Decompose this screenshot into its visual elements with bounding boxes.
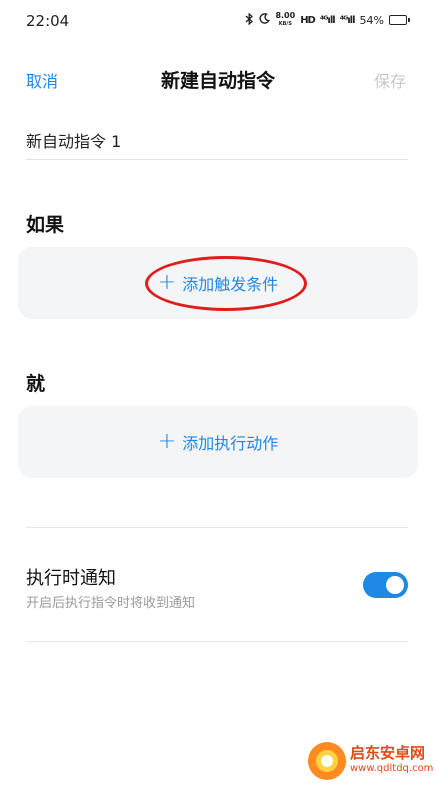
- signal-icon-2: ⁴ᴳıll: [339, 14, 356, 26]
- toggle-knob: [386, 576, 404, 594]
- status-time: 22:04: [26, 12, 70, 30]
- divider: [26, 527, 408, 528]
- bluetooth-icon: [245, 12, 254, 28]
- notify-subtitle: 开启后执行指令时将收到通知: [26, 596, 196, 611]
- watermark-name: 启东安卓网: [350, 744, 426, 762]
- watermark: 启东安卓网 www.qdltdq.com: [308, 742, 433, 780]
- divider: [26, 641, 408, 642]
- network-speed: 8.00 KB/S: [275, 11, 296, 28]
- hd-label: HD: [300, 14, 316, 26]
- notify-title: 执行时通知: [26, 568, 116, 589]
- save-button[interactable]: 保存: [374, 68, 406, 92]
- moon-icon: [259, 13, 271, 27]
- then-section-label: 就: [26, 373, 46, 395]
- status-icons: 8.00 KB/S HD ⁴ᴳıll ⁴ᴳıll 54%: [245, 12, 410, 28]
- plus-icon: +: [157, 270, 177, 295]
- status-bar: 22:04 8.00 KB/S HD ⁴ᴳıll ⁴ᴳıll 54%: [0, 0, 436, 44]
- battery-percent: 54%: [359, 13, 384, 27]
- battery-icon: [389, 15, 410, 25]
- add-action-button[interactable]: + 添加执行动作: [158, 430, 278, 454]
- add-trigger-label: 添加触发条件: [182, 275, 279, 294]
- action-card: + 添加执行动作: [18, 406, 418, 478]
- page-title: 新建自动指令: [160, 70, 275, 92]
- if-section-label: 如果: [26, 214, 65, 236]
- shortcut-name-input[interactable]: 新自动指令 1: [26, 128, 408, 160]
- plus-icon: +: [157, 429, 177, 454]
- notify-toggle[interactable]: [363, 572, 408, 598]
- nav-bar: 取消 新建自动指令 保存: [0, 56, 436, 100]
- trigger-card: + 添加触发条件: [18, 247, 418, 319]
- watermark-url: www.qdltdq.com: [350, 763, 434, 774]
- signal-icon-1: ⁴ᴳıll: [319, 14, 336, 26]
- add-trigger-button[interactable]: + 添加触发条件: [158, 271, 278, 295]
- add-action-label: 添加执行动作: [182, 434, 279, 453]
- watermark-logo-icon: [308, 742, 346, 780]
